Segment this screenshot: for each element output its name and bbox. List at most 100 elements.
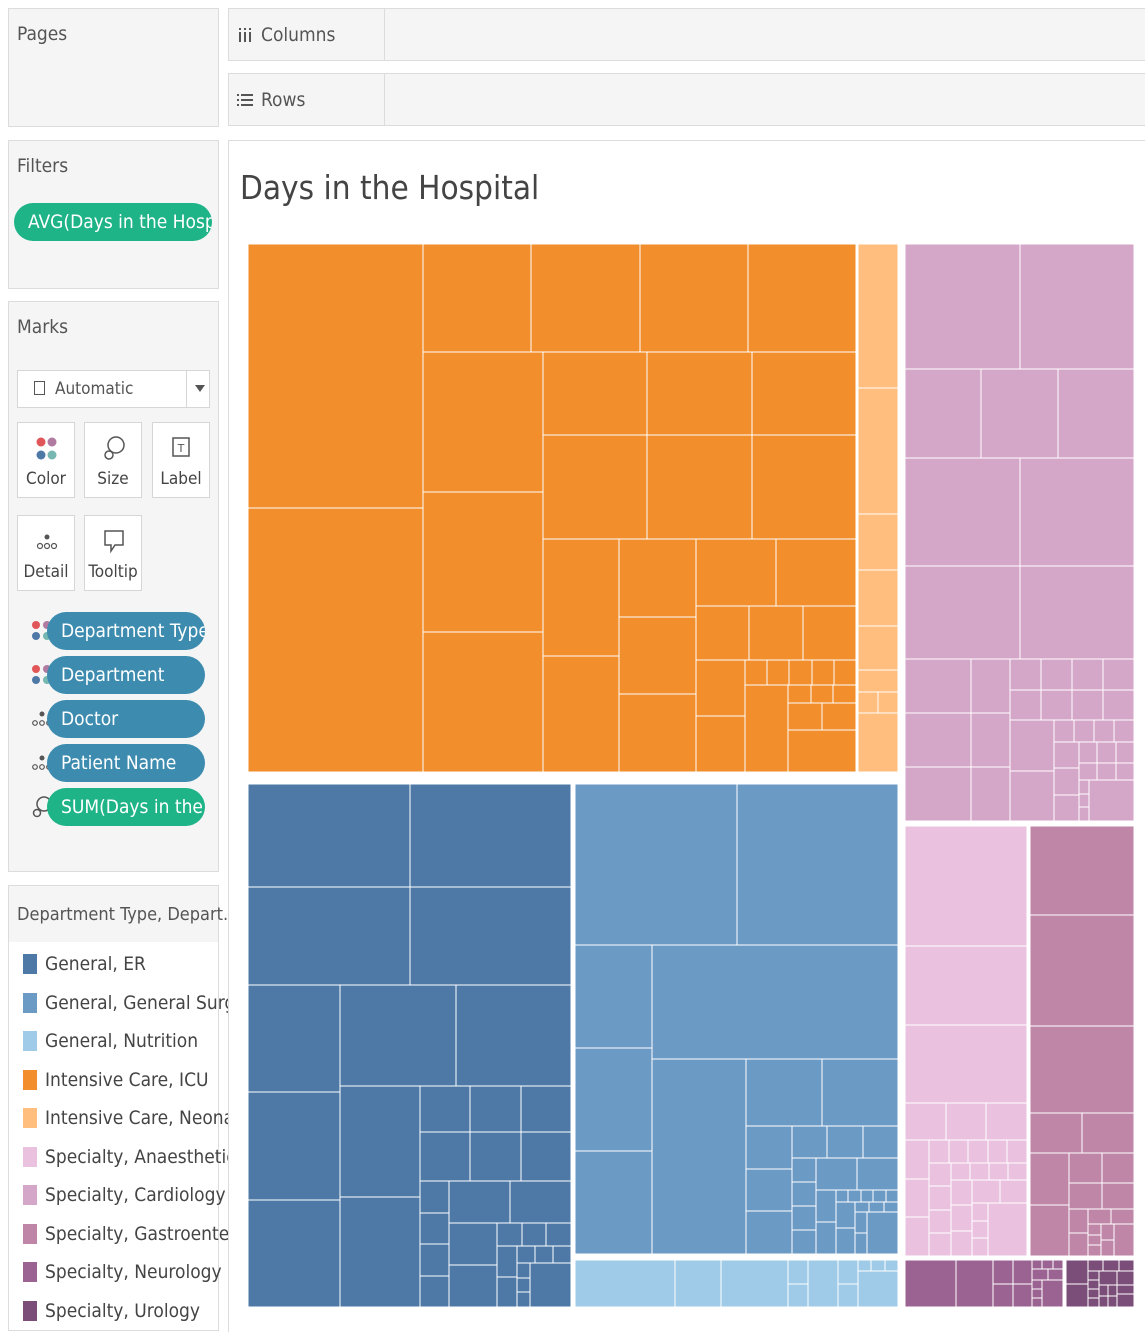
treemap-cell[interactable] xyxy=(857,1259,872,1272)
legend-item[interactable]: Intensive Care, Neonatal xyxy=(23,1103,256,1133)
treemap-cell[interactable] xyxy=(904,368,982,459)
treemap-cell[interactable] xyxy=(745,1168,793,1212)
treemap-cell[interactable] xyxy=(1078,806,1090,822)
treemap-cell[interactable] xyxy=(1081,1112,1134,1154)
treemap-cell[interactable] xyxy=(1029,1204,1070,1257)
treemap-cell[interactable] xyxy=(339,1196,421,1307)
treemap-cell[interactable] xyxy=(1068,1182,1103,1210)
treemap-cell[interactable] xyxy=(1102,689,1134,721)
treemap-cell[interactable] xyxy=(791,1125,828,1159)
legend-item[interactable]: Specialty, Anaesthetics xyxy=(23,1142,245,1172)
treemap-cell[interactable] xyxy=(639,244,749,353)
pill-patient-name[interactable]: Patient Name xyxy=(47,744,205,782)
treemap-cell[interactable] xyxy=(545,1222,572,1247)
treemap-cell[interactable] xyxy=(857,244,899,389)
treemap-cell[interactable] xyxy=(1012,1259,1033,1285)
treemap-cell[interactable] xyxy=(969,1162,990,1181)
treemap-cell[interactable] xyxy=(970,766,1011,822)
treemap-cell[interactable] xyxy=(339,984,457,1087)
treemap-cell[interactable] xyxy=(870,1259,886,1272)
treemap-cell[interactable] xyxy=(967,1139,989,1164)
treemap-cell[interactable] xyxy=(409,783,572,888)
legend-item[interactable]: Specialty, Cardiology xyxy=(23,1180,226,1210)
treemap-cell[interactable] xyxy=(248,244,424,509)
treemap-cell[interactable] xyxy=(971,1179,1001,1204)
treemap-cell[interactable] xyxy=(248,507,424,773)
treemap-cell[interactable] xyxy=(1087,1270,1100,1281)
treemap-cell[interactable] xyxy=(695,538,777,607)
legend-item[interactable]: General, General Surge.. xyxy=(23,988,257,1018)
treemap-cell[interactable] xyxy=(815,1221,837,1255)
treemap-cell[interactable] xyxy=(248,1091,341,1201)
treemap-cell[interactable] xyxy=(847,1189,862,1203)
treemap-cell[interactable] xyxy=(904,1024,1028,1104)
treemap-cell[interactable] xyxy=(1019,457,1134,567)
treemap-cell[interactable] xyxy=(248,1199,341,1307)
filters-shelf[interactable]: Filters AVG(Days in the Hospi.. xyxy=(8,140,219,289)
treemap-cell[interactable] xyxy=(1098,1270,1118,1286)
treemap-cell[interactable] xyxy=(766,659,790,686)
treemap-cell[interactable] xyxy=(651,1058,747,1255)
treemap-cell[interactable] xyxy=(748,605,804,661)
treemap-cell[interactable] xyxy=(868,1201,885,1213)
treemap-cell[interactable] xyxy=(745,1125,793,1170)
treemap-cell[interactable] xyxy=(1041,1259,1054,1270)
treemap-cell[interactable] xyxy=(651,944,899,1060)
treemap-cell[interactable] xyxy=(1102,658,1134,691)
treemap-cell[interactable] xyxy=(745,1058,823,1127)
treemap-cell[interactable] xyxy=(1031,1268,1049,1281)
treemap-cell[interactable] xyxy=(455,984,572,1087)
treemap-cell[interactable] xyxy=(821,702,857,731)
treemap-cell[interactable] xyxy=(736,783,899,946)
treemap-cell[interactable] xyxy=(695,659,746,717)
treemap-cell[interactable] xyxy=(1009,658,1042,691)
treemap-cell[interactable] xyxy=(811,659,835,686)
treemap-cell[interactable] xyxy=(419,1085,471,1133)
treemap-cell[interactable] xyxy=(872,1189,887,1203)
treemap-cell[interactable] xyxy=(1088,779,1134,822)
treemap-cell[interactable] xyxy=(646,351,753,436)
treemap-cell[interactable] xyxy=(1078,741,1098,764)
treemap-cell[interactable] xyxy=(1006,1139,1028,1164)
treemap-cell[interactable] xyxy=(791,1205,817,1231)
treemap-cell[interactable] xyxy=(1087,1259,1104,1272)
treemap-cell[interactable] xyxy=(747,244,857,353)
treemap-cell[interactable] xyxy=(904,1139,930,1180)
treemap-cell[interactable] xyxy=(1047,1268,1064,1281)
treemap-cell[interactable] xyxy=(832,684,857,704)
legend-item[interactable]: General, Nutrition xyxy=(23,1026,198,1056)
treemap-cell[interactable] xyxy=(945,1102,987,1141)
treemap-cell[interactable] xyxy=(751,434,857,540)
treemap-cell[interactable] xyxy=(1116,1284,1134,1295)
treemap-cell[interactable] xyxy=(469,1131,522,1182)
treemap-cell[interactable] xyxy=(835,1201,856,1229)
treemap-cell[interactable] xyxy=(904,766,972,822)
treemap-cell[interactable] xyxy=(520,1131,572,1182)
treemap-cell[interactable] xyxy=(837,1259,859,1285)
treemap-cell[interactable] xyxy=(857,513,899,571)
treemap-cell[interactable] xyxy=(928,1209,952,1234)
treemap-cell[interactable] xyxy=(904,1102,947,1141)
treemap-cell[interactable] xyxy=(422,631,544,773)
treemap-cell[interactable] xyxy=(339,1085,421,1198)
treemap-cell[interactable] xyxy=(1071,689,1104,721)
treemap-cell[interactable] xyxy=(1057,368,1134,459)
treemap-cell[interactable] xyxy=(866,1211,899,1255)
treemap-cell[interactable] xyxy=(791,1181,817,1207)
treemap-cell[interactable] xyxy=(1093,719,1115,743)
treemap-cell[interactable] xyxy=(520,1085,572,1133)
pill-department-type[interactable]: Department Type xyxy=(47,612,205,650)
treemap-cell[interactable] xyxy=(787,729,857,773)
treemap-cell[interactable] xyxy=(574,1047,653,1152)
treemap-cell[interactable] xyxy=(574,1150,653,1255)
treemap-cell[interactable] xyxy=(988,1162,1009,1181)
treemap-cell[interactable] xyxy=(904,244,1021,370)
treemap-cell[interactable] xyxy=(1068,1232,1089,1257)
legend-item[interactable]: Specialty, Urology xyxy=(23,1296,200,1326)
treemap-cell[interactable] xyxy=(904,945,1028,1026)
treemap-cell[interactable] xyxy=(516,1291,531,1307)
treemap-cell[interactable] xyxy=(1019,565,1134,660)
treemap-cell[interactable] xyxy=(970,712,1011,768)
treemap-cell[interactable] xyxy=(1087,1223,1102,1236)
treemap-cell[interactable] xyxy=(1031,1297,1043,1307)
